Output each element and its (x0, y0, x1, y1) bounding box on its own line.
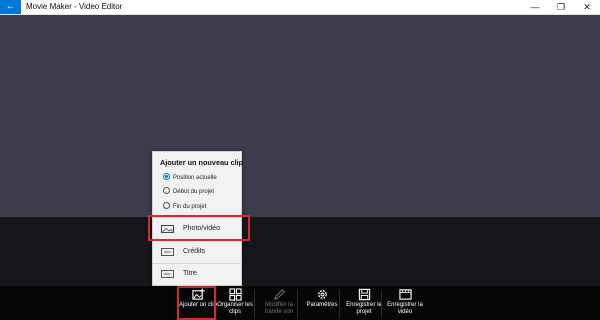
edit-soundtrack-button[interactable]: Modifier la bande son (257, 286, 301, 320)
minimize-button[interactable]: — (522, 0, 548, 14)
film-icon (398, 289, 412, 300)
radio-unchecked-icon (163, 201, 170, 209)
option-label: Crédits (183, 248, 206, 255)
photo-video-highlight (148, 215, 250, 241)
save-project-button[interactable]: Enregistrer le projet (342, 286, 386, 320)
toolbar-separator (297, 290, 298, 318)
pen-icon (273, 289, 285, 300)
save-video-button[interactable]: Enregistrer la vidéo (383, 286, 427, 320)
save-icon (358, 288, 370, 301)
radio-checked-icon (163, 172, 170, 180)
title-icon: abc (161, 270, 174, 278)
title-bar: ← Movie Maker - Video Editor — ❐ ✕ (0, 0, 600, 15)
toolbar-separator (381, 290, 382, 318)
arrange-clips-button[interactable]: Organiser les clips (213, 286, 257, 320)
save-video-label: Enregistrer la vidéo (387, 302, 423, 315)
option-credits[interactable]: abc Crédits (153, 241, 241, 263)
radio-label: Position actuelle (173, 175, 217, 181)
timeline[interactable] (0, 217, 600, 286)
settings-label: Paramètres (306, 302, 338, 308)
radio-unchecked-icon (163, 186, 170, 194)
video-preview (0, 15, 600, 217)
radio-project-end[interactable]: Fin du projet (163, 201, 207, 213)
option-title[interactable]: abc Titre (153, 263, 241, 285)
toolbar-separator (254, 290, 255, 318)
credits-icon: abc (161, 248, 174, 256)
back-button[interactable]: ← (0, 0, 21, 14)
grid-icon (228, 288, 242, 301)
arrange-clips-label: Organiser les clips (217, 302, 253, 315)
radio-label: Début du projet (173, 189, 215, 195)
maximize-button[interactable]: ❐ (548, 0, 574, 14)
toolbar-separator (339, 290, 340, 318)
save-project-label: Enregistrer le projet (346, 302, 382, 315)
radio-project-start[interactable]: Début du projet (163, 186, 215, 198)
add-clip-highlight (177, 286, 216, 320)
app-title: Movie Maker - Video Editor (26, 2, 123, 11)
popup-title: Ajouter un nouveau clip (160, 158, 244, 167)
radio-label: Fin du projet (173, 204, 207, 210)
radio-current-position[interactable]: Position actuelle (163, 172, 217, 184)
gear-icon (317, 290, 327, 299)
close-button[interactable]: ✕ (574, 0, 600, 14)
edit-soundtrack-label: Modifier la bande son (264, 302, 294, 315)
settings-button[interactable]: Paramètres (300, 286, 344, 320)
option-label: Titre (183, 270, 197, 277)
